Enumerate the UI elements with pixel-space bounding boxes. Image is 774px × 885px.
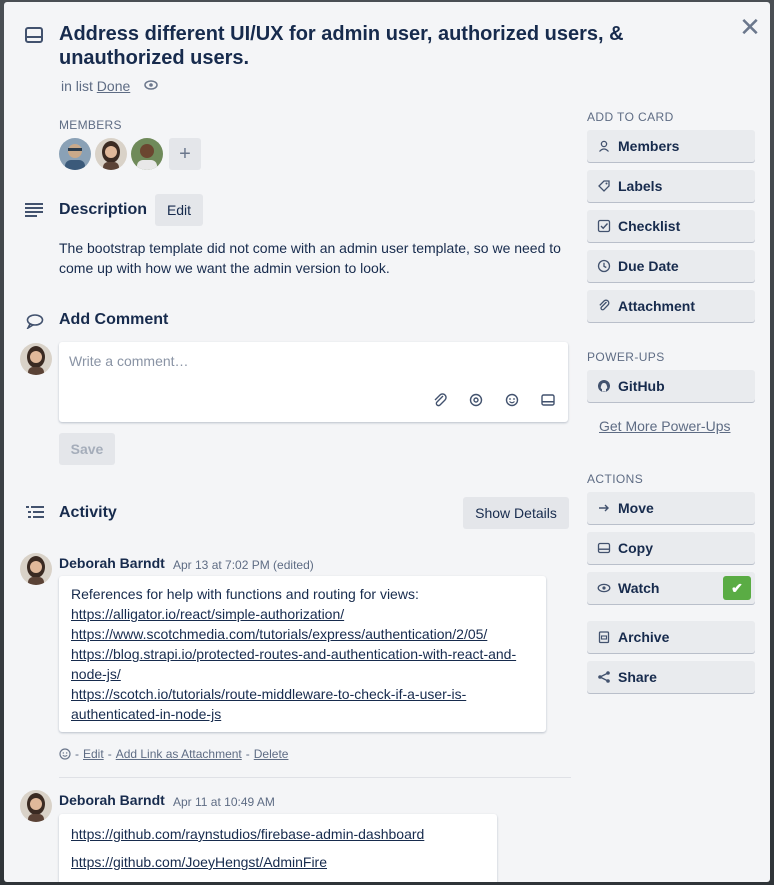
comment-body: References for help with functions and r… xyxy=(59,576,546,732)
add-to-card-label: ADD TO CARD xyxy=(587,110,674,124)
avatar[interactable] xyxy=(59,138,91,170)
emoji-icon[interactable] xyxy=(502,392,522,408)
eye-icon xyxy=(144,80,158,90)
comment-link[interactable]: https://blog.strapi.io/protected-routes-… xyxy=(71,644,534,684)
comment-timestamp[interactable]: Apr 13 at 7:02 PM (edited) xyxy=(173,558,314,572)
comment-intro: References for help with functions and r… xyxy=(71,586,419,602)
archive-icon xyxy=(598,631,610,644)
edit-comment-link[interactable]: Edit xyxy=(83,747,104,761)
share-button[interactable]: Share xyxy=(587,661,755,693)
separator: - xyxy=(245,747,250,761)
avatar[interactable] xyxy=(131,138,163,170)
comment-link[interactable]: https://www.scotchmedia.com/tutorials/ex… xyxy=(71,624,534,644)
archive-button[interactable]: Archive xyxy=(587,621,755,653)
watch-button[interactable]: Watch ✔ xyxy=(587,572,755,604)
description-text[interactable]: The bootstrap template did not come with… xyxy=(59,238,569,278)
clock-icon xyxy=(597,259,611,273)
comment-link[interactable]: https://github.com/JoeyHengst/AdminFire xyxy=(71,848,485,876)
github-button[interactable]: GitHub xyxy=(587,370,755,402)
person-icon xyxy=(599,140,609,152)
actions-label: ACTIONS xyxy=(587,472,644,486)
copy-button[interactable]: Copy xyxy=(587,532,755,564)
mention-icon[interactable] xyxy=(466,392,486,408)
list-link[interactable]: Done xyxy=(97,78,130,94)
separator: - xyxy=(75,747,79,761)
tag-icon xyxy=(598,180,610,192)
checklist-button[interactable]: Checklist xyxy=(587,210,755,242)
labels-button-label: Labels xyxy=(618,178,663,194)
avatar xyxy=(20,343,52,375)
add-member-button[interactable]: + xyxy=(169,138,201,170)
delete-comment-link[interactable]: Delete xyxy=(254,747,289,761)
comment-author[interactable]: Deborah Barndt xyxy=(59,555,165,571)
members-list: + xyxy=(59,138,201,170)
archive-button-label: Archive xyxy=(618,629,670,645)
comment-link[interactable]: https://github.com/raynstudios/firebase-… xyxy=(71,820,485,848)
avatar[interactable] xyxy=(20,790,52,822)
list-reference: in list Done xyxy=(61,78,130,94)
description-icon xyxy=(25,203,43,217)
comment-author[interactable]: Deborah Barndt xyxy=(59,792,165,808)
comment-link[interactable]: https://scotch.io/tutorials/route-middle… xyxy=(71,684,534,724)
activity-heading: Activity xyxy=(59,504,117,521)
power-ups-label: POWER-UPS xyxy=(587,350,665,364)
get-more-power-ups-link[interactable]: Get More Power-Ups xyxy=(599,418,730,434)
divider xyxy=(59,777,571,778)
comment-actions: - Edit - Add Link as Attachment - Delete xyxy=(59,747,288,761)
description-heading: Description xyxy=(59,201,148,218)
card-icon xyxy=(597,542,611,554)
close-icon[interactable]: ✕ xyxy=(738,14,762,40)
checklist-button-label: Checklist xyxy=(618,218,681,234)
share-button-label: Share xyxy=(618,669,657,685)
due-date-button-label: Due Date xyxy=(618,258,679,274)
save-comment-button[interactable]: Save xyxy=(59,433,115,465)
separator: - xyxy=(107,747,112,761)
card-detail-dialog: ✕ Address different UI/UX for admin user… xyxy=(4,2,770,882)
add-link-attachment-link[interactable]: Add Link as Attachment xyxy=(116,747,242,761)
move-button[interactable]: Move xyxy=(587,492,755,524)
members-button[interactable]: Members xyxy=(587,130,755,162)
attachment-button[interactable]: Attachment xyxy=(587,290,755,322)
card-icon[interactable] xyxy=(538,392,558,408)
move-button-label: Move xyxy=(618,500,654,516)
avatar[interactable] xyxy=(95,138,127,170)
in-list-prefix: in list xyxy=(61,78,93,94)
activity-icon xyxy=(26,506,44,518)
share-icon xyxy=(598,671,610,683)
comment-icon xyxy=(26,314,44,329)
paperclip-icon xyxy=(599,299,610,311)
comment-input[interactable] xyxy=(69,353,549,369)
members-button-label: Members xyxy=(618,138,680,154)
watch-button-label: Watch xyxy=(618,580,660,596)
comment-timestamp[interactable]: Apr 11 at 10:49 AM xyxy=(173,795,275,809)
add-reaction-icon[interactable] xyxy=(59,748,71,760)
checkbox-icon xyxy=(597,219,611,233)
comment-link[interactable]: https://alligator.io/react/simple-author… xyxy=(71,604,534,624)
eye-icon xyxy=(597,583,611,593)
show-details-button[interactable]: Show Details xyxy=(463,497,569,529)
attachment-button-label: Attachment xyxy=(618,298,696,314)
comment-body: https://github.com/raynstudios/firebase-… xyxy=(59,814,497,882)
card-title[interactable]: Address different UI/UX for admin user, … xyxy=(59,22,679,70)
card-icon xyxy=(25,27,43,43)
copy-button-label: Copy xyxy=(618,540,653,556)
add-comment-heading: Add Comment xyxy=(59,311,169,328)
github-button-label: GitHub xyxy=(618,378,665,394)
checkmark-icon: ✔ xyxy=(723,576,751,600)
members-label: MEMBERS xyxy=(59,118,122,132)
edit-description-button[interactable]: Edit xyxy=(155,194,203,226)
avatar[interactable] xyxy=(20,553,52,585)
labels-button[interactable]: Labels xyxy=(587,170,755,202)
github-icon xyxy=(598,380,610,392)
arrow-right-icon xyxy=(599,504,609,512)
comment-composer xyxy=(59,342,568,422)
due-date-button[interactable]: Due Date xyxy=(587,250,755,282)
attachment-icon[interactable] xyxy=(430,392,450,408)
